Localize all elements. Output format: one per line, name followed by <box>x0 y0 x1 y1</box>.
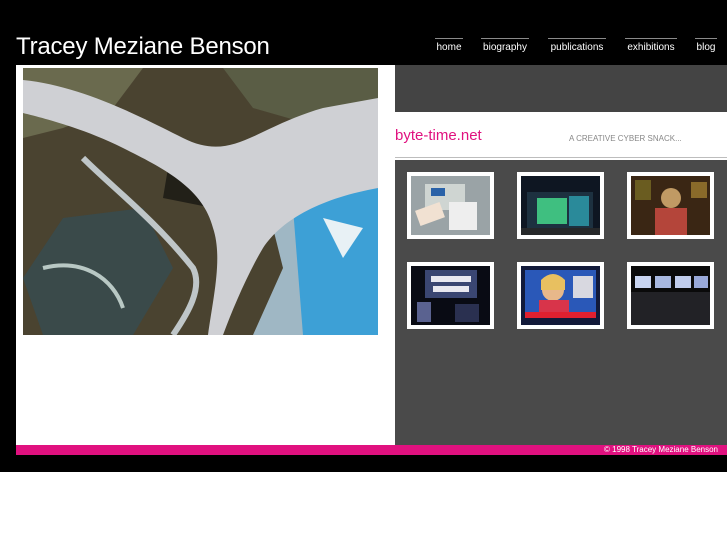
byte-time-link[interactable]: byte-time.net <box>395 127 482 144</box>
nav-publications-link[interactable]: publications <box>548 38 606 53</box>
nav-exhibitions-link[interactable]: exhibitions <box>625 38 677 53</box>
nav-biography-link[interactable]: biography <box>481 38 529 53</box>
thumb-exhibition-screens[interactable] <box>627 262 714 329</box>
satellite-aerial-image <box>23 68 378 335</box>
thumb-tv-news[interactable] <box>517 262 604 329</box>
main-nav: home biography publications exhibitions … <box>0 38 727 58</box>
nav-blog-link[interactable]: blog <box>695 38 717 53</box>
copyright-text: © 1998 Tracey Meziane Benson <box>604 445 718 454</box>
divider <box>395 157 727 158</box>
thumb-figure-portrait[interactable] <box>627 172 714 239</box>
thumb-bus-shelter[interactable] <box>517 172 604 239</box>
feature-tagline: A CREATIVE CYBER SNACK... <box>569 134 682 143</box>
thumb-card-reader[interactable] <box>407 172 494 239</box>
nav-home-link[interactable]: home <box>435 38 463 53</box>
feature-header-block <box>395 65 727 112</box>
footer-bar: © 1998 Tracey Meziane Benson <box>16 445 727 455</box>
thumbnail-gallery <box>395 160 727 445</box>
feature-column: byte-time.net A CREATIVE CYBER SNACK... <box>395 65 727 445</box>
content-panel: byte-time.net A CREATIVE CYBER SNACK... <box>16 65 727 445</box>
thumb-air-raid-shelter[interactable] <box>407 262 494 329</box>
